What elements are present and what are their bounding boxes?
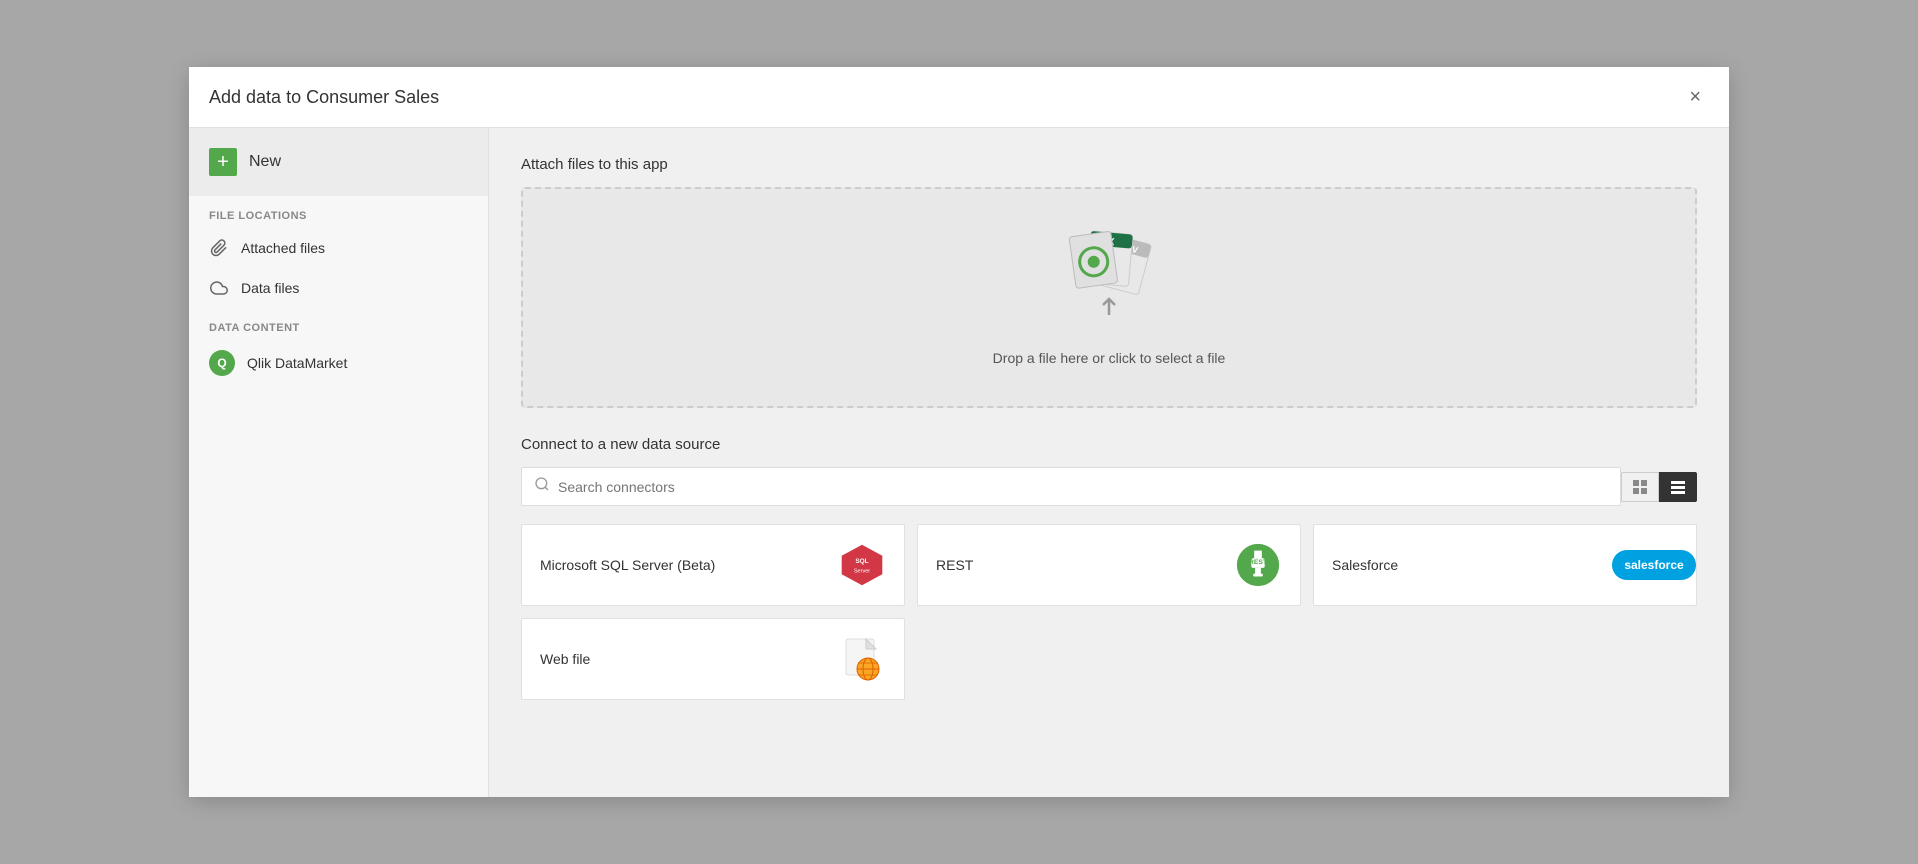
mssql-logo: SQL Server	[838, 541, 886, 589]
search-bar	[521, 467, 1621, 506]
close-button[interactable]: ×	[1681, 83, 1709, 111]
new-label: New	[249, 153, 281, 171]
list-view-button[interactable]	[1659, 472, 1697, 502]
connector-mssql[interactable]: Microsoft SQL Server (Beta) SQL Server	[521, 524, 905, 606]
connector-mssql-name: Microsoft SQL Server (Beta)	[540, 557, 715, 573]
webfile-logo	[838, 635, 886, 683]
data-files-label: Data files	[241, 280, 299, 296]
modal: Add data to Consumer Sales × + New FILE …	[189, 67, 1729, 797]
attach-section-title: Attach files to this app	[521, 156, 1697, 173]
sidebar: + New FILE LOCATIONS Attached files	[189, 128, 489, 797]
drop-zone-text: Drop a file here or click to select a fi…	[993, 350, 1226, 366]
drop-zone[interactable]: CSV X	[521, 187, 1697, 408]
sidebar-item-data-files[interactable]: Data files	[189, 268, 488, 308]
modal-title: Add data to Consumer Sales	[209, 87, 439, 108]
search-input[interactable]	[558, 479, 1608, 495]
connector-webfile[interactable]: Web file	[521, 618, 905, 700]
modal-overlay: Add data to Consumer Sales × + New FILE …	[0, 0, 1918, 864]
file-locations-label: FILE LOCATIONS	[189, 196, 488, 228]
rest-logo: REST	[1234, 541, 1282, 589]
attached-files-label: Attached files	[241, 240, 325, 256]
salesforce-logo: salesforce	[1630, 541, 1678, 589]
qlik-datamarket-label: Qlik DataMarket	[247, 355, 347, 371]
main-content: Attach files to this app CSV	[489, 128, 1729, 797]
svg-text:Server: Server	[854, 568, 870, 574]
search-row	[521, 467, 1697, 506]
svg-text:REST: REST	[1249, 559, 1268, 566]
svg-text:SQL: SQL	[855, 558, 868, 565]
datamarket-icon: Q	[209, 350, 235, 376]
new-icon: +	[209, 148, 237, 176]
connect-section-title: Connect to a new data source	[521, 436, 1697, 453]
paperclip-icon	[209, 238, 229, 258]
connector-salesforce-name: Salesforce	[1332, 557, 1398, 573]
view-toggle	[1621, 472, 1697, 502]
sidebar-item-attached-files[interactable]: Attached files	[189, 228, 488, 268]
file-upload-illustration: CSV X	[1049, 229, 1169, 334]
modal-body: + New FILE LOCATIONS Attached files	[189, 128, 1729, 797]
grid-view-button[interactable]	[1621, 472, 1659, 502]
search-icon	[534, 476, 550, 497]
new-button[interactable]: + New	[189, 128, 488, 196]
connector-rest[interactable]: REST REST	[917, 524, 1301, 606]
sidebar-item-qlik-datamarket[interactable]: Q Qlik DataMarket	[189, 340, 488, 386]
connector-salesforce[interactable]: Salesforce salesforce	[1313, 524, 1697, 606]
data-content-label: DATA CONTENT	[189, 308, 488, 340]
cloud-icon	[209, 278, 229, 298]
modal-header: Add data to Consumer Sales ×	[189, 67, 1729, 128]
connector-rest-name: REST	[936, 557, 973, 573]
connector-webfile-name: Web file	[540, 651, 590, 667]
connector-grid: Microsoft SQL Server (Beta) SQL Server	[521, 524, 1697, 700]
